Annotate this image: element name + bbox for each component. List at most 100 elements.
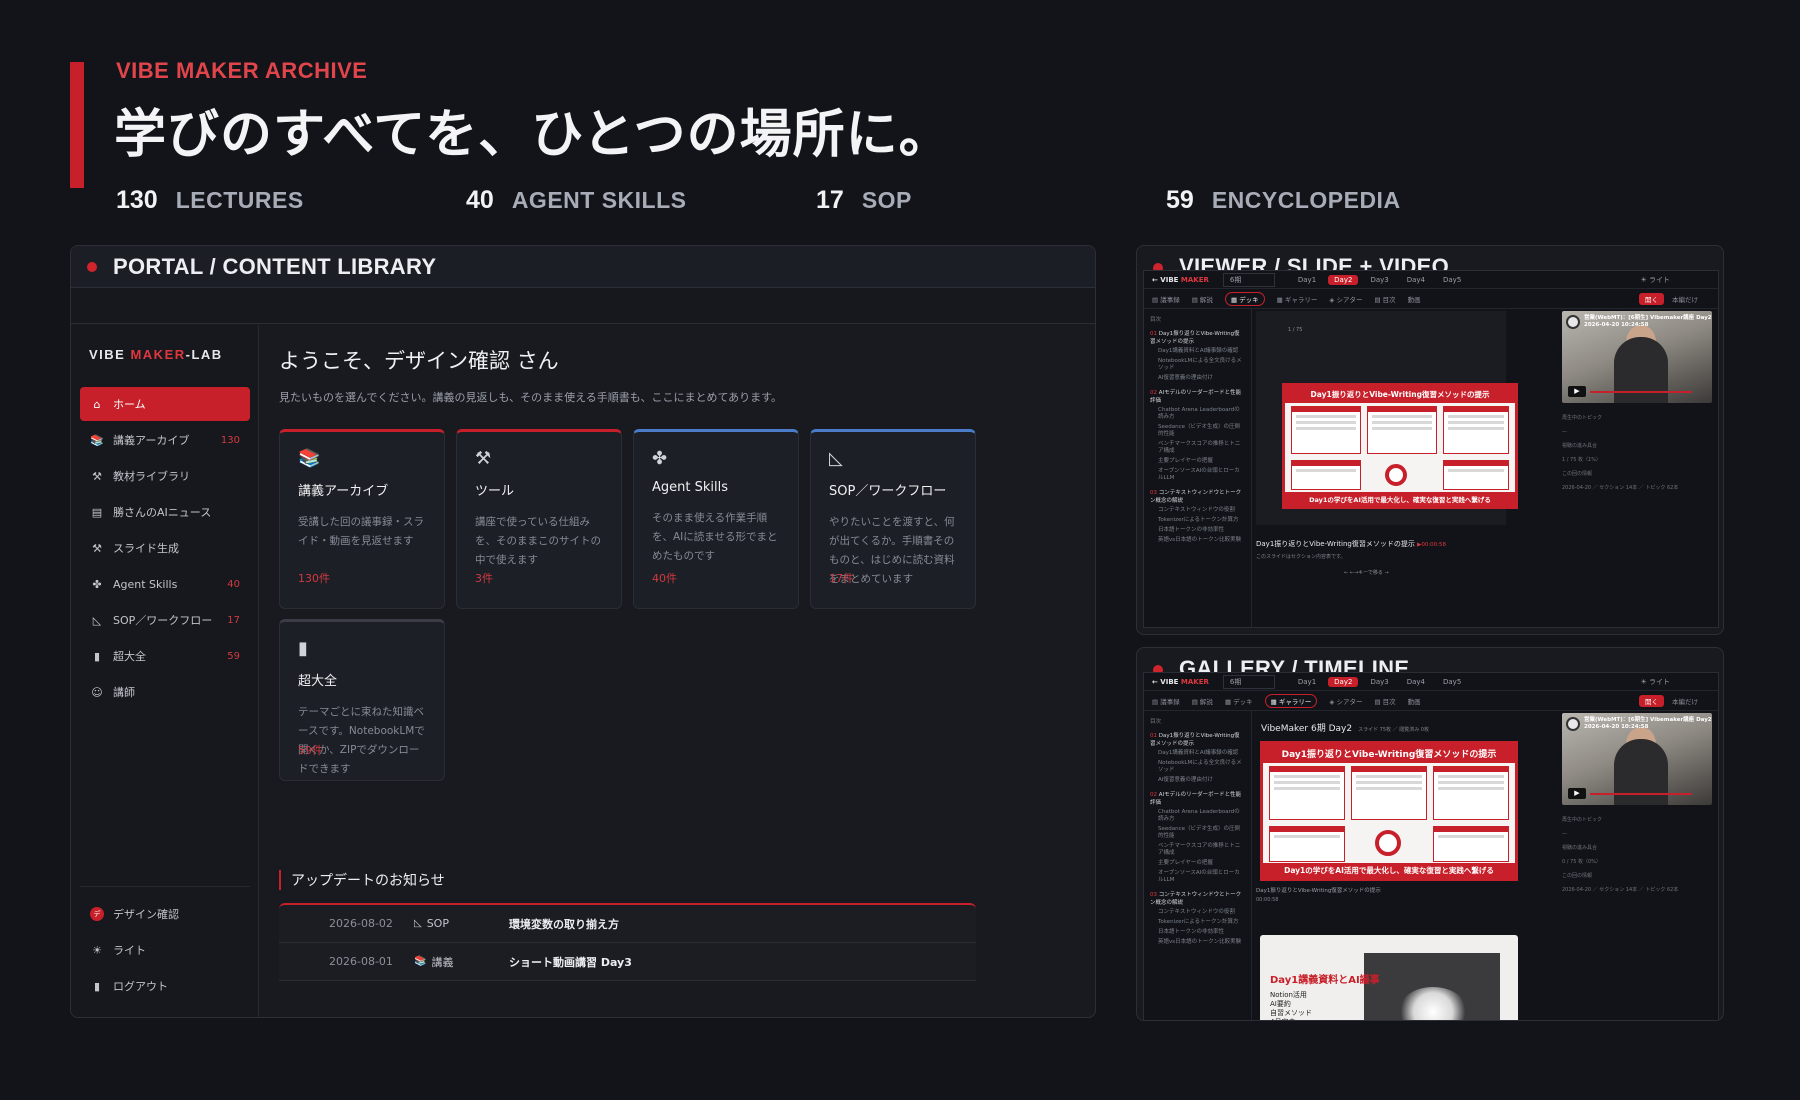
- sidebar-footer-item[interactable]: ☀ ライト: [80, 933, 250, 967]
- content-card[interactable]: 📚 講義アーカイブ 受講した回の議事録・スライド・動画を見返せます 130件: [279, 429, 445, 609]
- sidebar-footer-item[interactable]: デデザイン確認: [80, 897, 250, 931]
- gallery-slide-card[interactable]: Day1振り返りとVibe-Writing復習メソッドの提示 Day1の学びをA…: [1260, 741, 1518, 881]
- brand-logo[interactable]: VIBE MAKER-LAB: [89, 347, 223, 362]
- gallery-timestamp[interactable]: 00:00:58: [1256, 897, 1278, 903]
- sidebar-item[interactable]: ▮ 超大全 59: [80, 639, 250, 673]
- open-button[interactable]: 開く: [1639, 694, 1664, 707]
- view-tab[interactable]: ▤ 議事録: [1152, 294, 1180, 304]
- day-tab[interactable]: Day3: [1364, 677, 1394, 687]
- update-row[interactable]: 2026-08-01 📚 講義 ショート動画講習 Day3: [279, 943, 976, 981]
- content-card[interactable]: ⚒ ツール 講座で使っている仕組みを、そのままこのサイトの中で使えます 3件: [456, 429, 622, 609]
- toc-item[interactable]: AI復習意義の理由付け: [1158, 375, 1245, 382]
- toc-item[interactable]: Chatbot Arena Leaderboardの読み方: [1158, 407, 1245, 421]
- view-tab[interactable]: ▤ 解説: [1192, 294, 1213, 304]
- app-brand[interactable]: ← VIBE MAKER: [1152, 678, 1209, 686]
- toc-item[interactable]: 英語vs日本語のトークン比較実験: [1158, 537, 1245, 544]
- toc-section[interactable]: 02 AIモデルのリーダーボードと性能評価: [1150, 790, 1245, 806]
- video-progress-bar[interactable]: [1590, 793, 1692, 795]
- video-player[interactable]: 営業(WebMT)：[6期生] Vibemaker講座 Day2 2026-04…: [1562, 713, 1712, 805]
- theme-toggle[interactable]: ☀ ライト: [1640, 677, 1670, 687]
- main-only-toggle[interactable]: 本編だけ: [1672, 294, 1698, 304]
- sidebar-item[interactable]: ⚒ 教材ライブラリ: [80, 459, 250, 493]
- toc-item[interactable]: Day1講義資料とAI議事録の確認: [1158, 348, 1245, 355]
- main-only-toggle[interactable]: 本編だけ: [1672, 696, 1698, 706]
- cohort-select[interactable]: 6期: [1222, 272, 1275, 287]
- toc-item[interactable]: コンテキストウィンドウの役割: [1158, 507, 1245, 514]
- viewer-panel-header: VIEWER / SLIDE + VIDEO: [1137, 246, 1723, 270]
- toc-item[interactable]: Chatbot Arena Leaderboardの読み方: [1158, 809, 1245, 823]
- sidebar-item[interactable]: ☺ 講師: [80, 675, 250, 709]
- theme-toggle[interactable]: ☀ ライト: [1640, 275, 1670, 285]
- toc-item[interactable]: 主要プレイヤーの把握: [1158, 458, 1245, 465]
- toc-item[interactable]: Seedance（ビデオ生成）の圧倒的性能: [1158, 826, 1245, 840]
- toc-section[interactable]: 03 コンテキストウィンドウとトークン概念の解説: [1150, 890, 1245, 906]
- toc-section[interactable]: 01 Day1振り返りとVibe-Writing復習メソッドの提示: [1150, 329, 1245, 345]
- view-tab[interactable]: ▤ 議事録: [1152, 696, 1180, 706]
- view-tab[interactable]: ◈ シアター: [1329, 696, 1362, 706]
- toc-item[interactable]: ベンチマークスコアの推移とトニア構成: [1158, 843, 1245, 857]
- view-tab[interactable]: ▦ ギャラリー: [1264, 693, 1318, 708]
- view-tab[interactable]: ▦ ギャラリー: [1277, 294, 1318, 304]
- toc-section[interactable]: 03 コンテキストウィンドウとトークン概念の解説: [1150, 488, 1245, 504]
- sidebar-item[interactable]: ▤ 勝さんのAIニュース: [80, 495, 250, 529]
- gallery-slide-card-2[interactable]: Day1講義資料とAI議事 Notion活用AI要約自習メソッド4月完走Chat…: [1260, 935, 1518, 1020]
- content-card[interactable]: ▮ 超大全 テーマごとに束ねた知識ベースです。NotebookLMで開くか、ZIPで…: [279, 619, 445, 781]
- slide-timestamp[interactable]: ▶00:00:58: [1417, 542, 1446, 548]
- sidebar-item[interactable]: 📚 講義アーカイブ 130: [80, 423, 250, 457]
- app-brand[interactable]: ← VIBE MAKER: [1152, 276, 1209, 284]
- play-icon[interactable]: ▶: [1568, 386, 1586, 397]
- day-tab[interactable]: Day5: [1437, 275, 1467, 285]
- cohort-select[interactable]: 6期: [1222, 674, 1275, 689]
- toc-item[interactable]: コンテキストウィンドウの役割: [1158, 909, 1245, 916]
- view-tab[interactable]: 動画: [1408, 294, 1421, 304]
- slide-image[interactable]: Day1振り返りとVibe-Writing復習メソッドの提示 Day1の学びをA…: [1282, 383, 1518, 509]
- slide-block: [1291, 406, 1361, 454]
- play-icon[interactable]: ▶: [1568, 788, 1586, 799]
- view-tab[interactable]: 動画: [1408, 696, 1421, 706]
- user-badge-icon: デ: [90, 907, 104, 921]
- video-progress-bar[interactable]: [1590, 391, 1692, 393]
- view-tab[interactable]: ▤ 目次: [1374, 696, 1395, 706]
- toc-item[interactable]: 英語vs日本語のトークン比較実験: [1158, 939, 1245, 946]
- day-tab[interactable]: Day1: [1292, 275, 1322, 285]
- content-card[interactable]: ◺ SOP／ワークフロー やりたいことを渡すと、何が出てくるか。手順書そのものと、は…: [810, 429, 976, 609]
- video-player[interactable]: 営業(WebMT)：[6期生] Vibemaker講座 Day2 2026-04…: [1562, 311, 1712, 403]
- meta-line: 視聴の進み具合: [1562, 845, 1598, 851]
- day-tab[interactable]: Day4: [1401, 677, 1431, 687]
- toc-item[interactable]: NotebookLMによる全文良けるメソッド: [1158, 358, 1245, 372]
- toc-section[interactable]: 02 AIモデルのリーダーボードと性能評価: [1150, 388, 1245, 404]
- sidebar-item[interactable]: ⚒ スライド生成: [80, 531, 250, 565]
- day-tab[interactable]: Day2: [1328, 274, 1359, 285]
- content-card[interactable]: ✤ Agent Skills そのまま使える作業手順を、AIに読ませる形でまとめたも…: [633, 429, 799, 609]
- toc-item[interactable]: Tokenizerによるトークン計算方: [1158, 919, 1245, 926]
- open-button[interactable]: 開く: [1639, 292, 1664, 305]
- day-tab[interactable]: Day1: [1292, 677, 1322, 687]
- sidebar-item[interactable]: ◺ SOP／ワークフロー 17: [80, 603, 250, 637]
- toc-item[interactable]: ベンチマークスコアの推移とトニア構成: [1158, 441, 1245, 455]
- view-tab[interactable]: ◈ シアター: [1329, 294, 1362, 304]
- toc-section[interactable]: 01 Day1振り返りとVibe-Writing復習メソッドの提示: [1150, 731, 1245, 747]
- sidebar-item[interactable]: ⌂ ホーム: [80, 387, 250, 421]
- update-row[interactable]: 2026-08-02 ◺ SOP 環境変数の取り揃え方: [279, 905, 976, 943]
- presenter-body: [1614, 337, 1668, 403]
- toc-item[interactable]: Tokenizerによるトークン計算方: [1158, 517, 1245, 524]
- toc-item[interactable]: NotebookLMによる全文良けるメソッド: [1158, 760, 1245, 774]
- toc-item[interactable]: 主要プレイヤーの把握: [1158, 860, 1245, 867]
- day-tab[interactable]: Day4: [1401, 275, 1431, 285]
- view-tab[interactable]: ▤ 解説: [1192, 696, 1213, 706]
- toc-item[interactable]: 日本語トークンの非効率性: [1158, 929, 1245, 936]
- toc-item[interactable]: Seedance（ビデオ生成）の圧倒的性能: [1158, 424, 1245, 438]
- view-tab[interactable]: ▤ 目次: [1374, 294, 1395, 304]
- view-tab[interactable]: ▦ デッキ: [1225, 696, 1253, 706]
- sidebar-footer-item[interactable]: ▮ ログアウト: [80, 969, 250, 1003]
- toc-item[interactable]: 日本語トークンの非効率性: [1158, 527, 1245, 534]
- toc-item[interactable]: オープンソースAIの台頭とローカルLLM: [1158, 468, 1245, 482]
- day-tab[interactable]: Day3: [1364, 275, 1394, 285]
- day-tab[interactable]: Day5: [1437, 677, 1467, 687]
- view-tab[interactable]: ▦ デッキ: [1224, 291, 1265, 306]
- toc-item[interactable]: Day1講義資料とAI議事録の確認: [1158, 750, 1245, 757]
- toc-item[interactable]: AI復習意義の理由付け: [1158, 777, 1245, 784]
- toc-item[interactable]: オープンソースAIの台頭とローカルLLM: [1158, 870, 1245, 884]
- sidebar-item[interactable]: ✤ Agent Skills 40: [80, 567, 250, 601]
- day-tab[interactable]: Day2: [1328, 676, 1359, 687]
